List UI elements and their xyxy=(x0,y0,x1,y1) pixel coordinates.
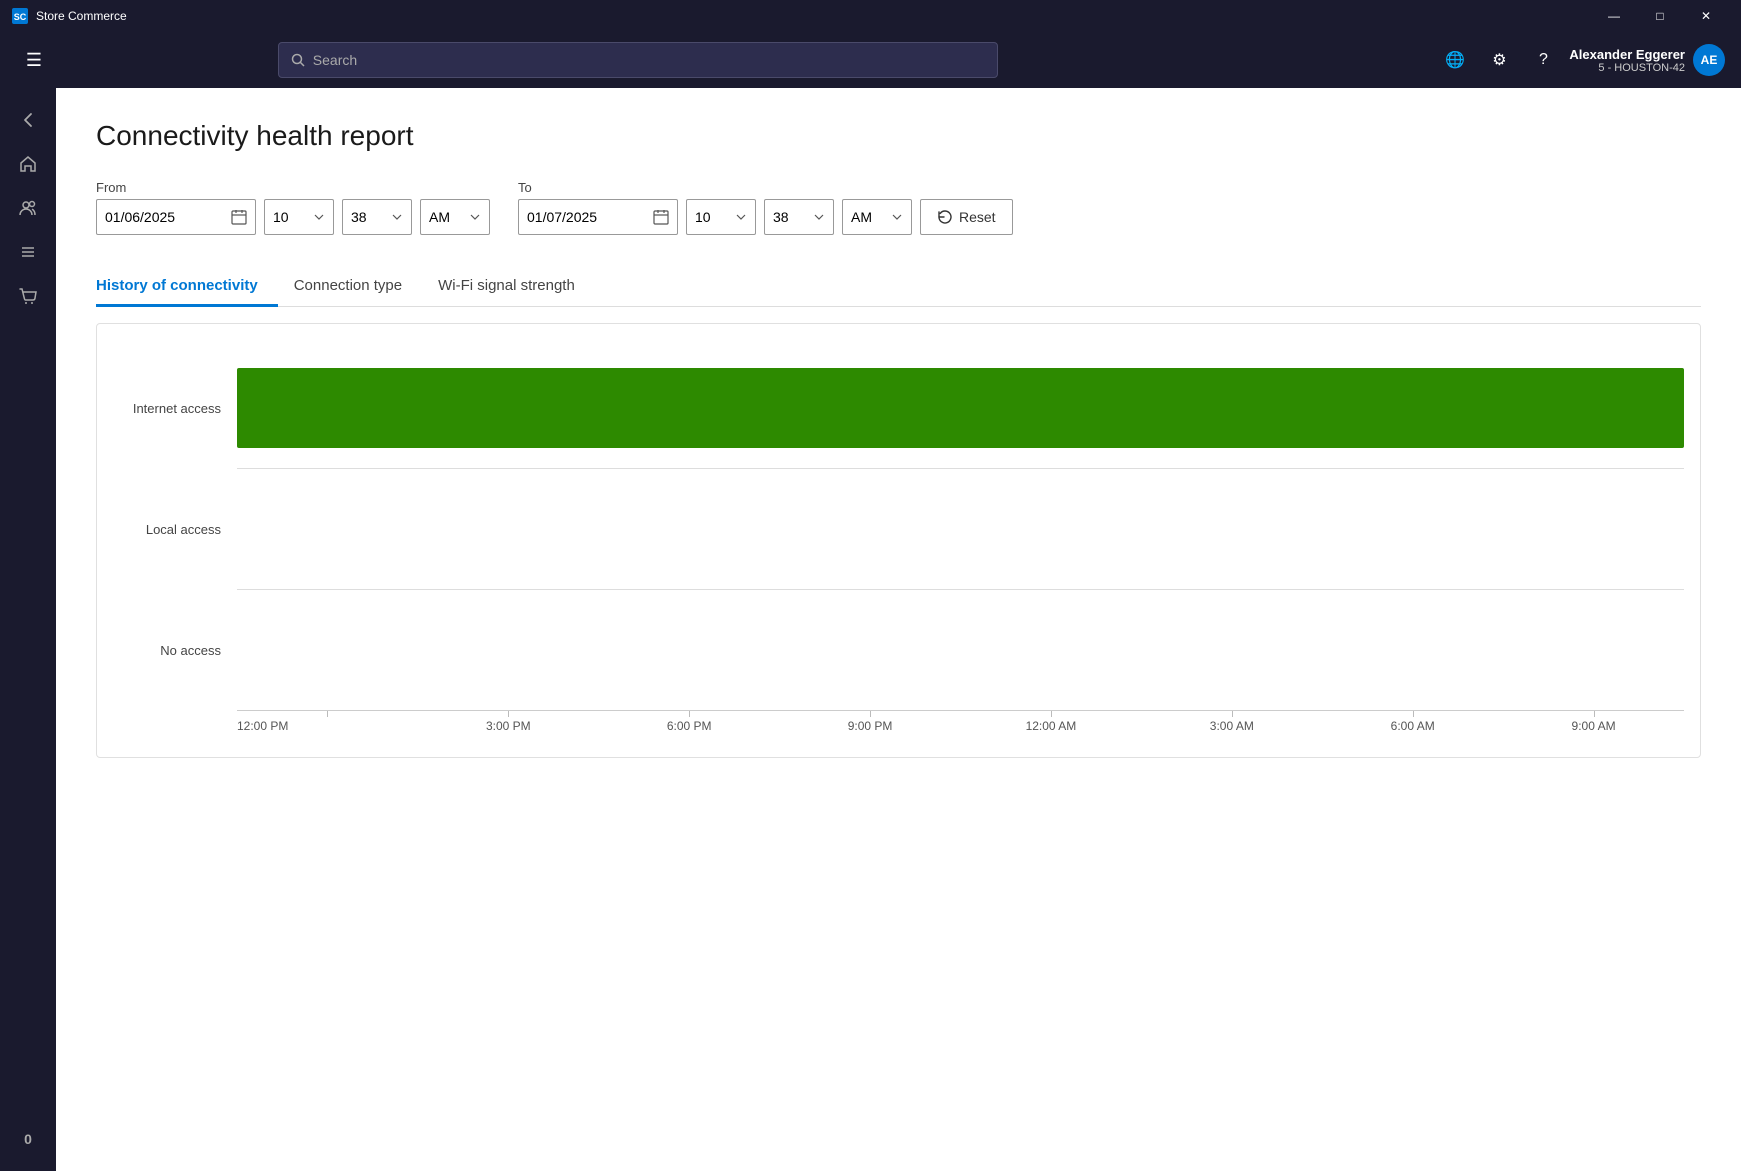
hamburger-menu[interactable]: ☰ xyxy=(16,42,52,78)
tab-history[interactable]: History of connectivity xyxy=(96,267,278,307)
x-tick-1: 3:00 PM xyxy=(418,719,599,733)
sidebar-item-list[interactable] xyxy=(8,232,48,272)
chart-row-noaccess: No access xyxy=(97,590,1684,710)
to-ampm-select[interactable]: AM xyxy=(842,199,912,235)
from-minute-select[interactable]: 38 xyxy=(342,199,412,235)
from-date-input[interactable]: 01/06/2025 xyxy=(96,199,256,235)
filter-row: From 01/06/2025 10 38 xyxy=(96,180,1701,235)
x-tick-4: 12:00 AM xyxy=(961,719,1142,733)
sidebar-item-cart[interactable] xyxy=(8,276,48,316)
chart-label-local: Local access xyxy=(97,522,237,537)
chart-label-internet: Internet access xyxy=(97,401,237,416)
x-tick-3: 9:00 PM xyxy=(780,719,961,733)
page-title: Connectivity health report xyxy=(96,120,1701,152)
chevron-down-icon-5 xyxy=(813,211,825,223)
calendar-icon-to xyxy=(653,209,669,225)
user-sub: 5 - HOUSTON-42 xyxy=(1569,62,1685,74)
x-tick-5: 3:00 AM xyxy=(1141,719,1322,733)
to-group: To 01/07/2025 xyxy=(518,180,678,235)
x-tick-2: 6:00 PM xyxy=(599,719,780,733)
to-date-value: 01/07/2025 xyxy=(527,209,597,225)
reset-label: Reset xyxy=(959,209,996,225)
to-hour-select[interactable]: 10 xyxy=(686,199,756,235)
search-icon xyxy=(291,53,305,67)
sidebar: 0 xyxy=(0,88,56,1171)
x-tick-7: 9:00 AM xyxy=(1503,719,1684,733)
chart-bar-area-noaccess xyxy=(237,590,1684,710)
to-minute-value: 38 xyxy=(773,209,809,225)
calendar-icon xyxy=(231,209,247,225)
avatar[interactable]: AE xyxy=(1693,44,1725,76)
user-details: Alexander Eggerer 5 - HOUSTON-42 xyxy=(1569,47,1685,74)
x-tick-0: 12:00 PM xyxy=(237,719,418,733)
to-minute-select[interactable]: 38 xyxy=(764,199,834,235)
top-nav: ☰ Search 🌐 ⚙ ? Alexander Eggerer 5 - HOU… xyxy=(0,32,1741,88)
chevron-down-icon-3 xyxy=(469,211,481,223)
search-placeholder: Search xyxy=(313,52,357,68)
user-name: Alexander Eggerer xyxy=(1569,47,1685,62)
user-info: Alexander Eggerer 5 - HOUSTON-42 AE xyxy=(1569,44,1725,76)
to-hour-value: 10 xyxy=(695,209,731,225)
from-minute-value: 38 xyxy=(351,209,387,225)
tabs: History of connectivity Connection type … xyxy=(96,267,1701,307)
nav-actions: 🌐 ⚙ ? Alexander Eggerer 5 - HOUSTON-42 A… xyxy=(1437,42,1725,78)
sidebar-item-back[interactable] xyxy=(8,100,48,140)
from-group: From 01/06/2025 xyxy=(96,180,256,235)
to-date-input[interactable]: 01/07/2025 xyxy=(518,199,678,235)
chart-area: Internet access Local access No access xyxy=(97,348,1684,733)
chart-bar-area-local xyxy=(237,469,1684,589)
reset-icon xyxy=(937,209,953,225)
minimize-button[interactable]: — xyxy=(1591,0,1637,32)
from-hour-select[interactable]: 10 xyxy=(264,199,334,235)
tab-wifi[interactable]: Wi-Fi signal strength xyxy=(438,267,595,307)
settings-button[interactable]: ⚙ xyxy=(1481,42,1517,78)
reset-button[interactable]: Reset xyxy=(920,199,1013,235)
chart-container: Internet access Local access No access xyxy=(96,323,1701,758)
tab-connection[interactable]: Connection type xyxy=(294,267,422,307)
app-layout: 0 Connectivity health report From 01/06/… xyxy=(0,88,1741,1171)
app-title: Store Commerce xyxy=(36,9,1591,23)
app-icon: SC xyxy=(12,8,28,24)
close-button[interactable]: ✕ xyxy=(1683,0,1729,32)
maximize-button[interactable]: □ xyxy=(1637,0,1683,32)
bar-internet xyxy=(237,368,1684,448)
from-hour-value: 10 xyxy=(273,209,309,225)
chart-row-local: Local access xyxy=(97,469,1684,589)
chevron-down-icon xyxy=(313,211,325,223)
svg-text:SC: SC xyxy=(14,12,27,22)
to-label: To xyxy=(518,180,678,195)
search-bar[interactable]: Search xyxy=(278,42,998,78)
chart-bar-area-internet xyxy=(237,348,1684,468)
help-button[interactable]: ? xyxy=(1525,42,1561,78)
chevron-down-icon-6 xyxy=(891,211,903,223)
chevron-down-icon-4 xyxy=(735,211,747,223)
sidebar-item-zero[interactable]: 0 xyxy=(8,1119,48,1159)
from-ampm-value: AM xyxy=(429,209,465,225)
window-controls: — □ ✕ xyxy=(1591,0,1729,32)
chart-label-noaccess: No access xyxy=(97,643,237,658)
sidebar-item-people[interactable] xyxy=(8,188,48,228)
globe-button[interactable]: 🌐 xyxy=(1437,42,1473,78)
x-tick-6: 6:00 AM xyxy=(1322,719,1503,733)
from-ampm-select[interactable]: AM xyxy=(420,199,490,235)
from-date-value: 01/06/2025 xyxy=(105,209,175,225)
title-bar: SC Store Commerce — □ ✕ xyxy=(0,0,1741,32)
chart-row-internet: Internet access xyxy=(97,348,1684,468)
from-label: From xyxy=(96,180,256,195)
main-content: Connectivity health report From 01/06/20… xyxy=(56,88,1741,1171)
chevron-down-icon-2 xyxy=(391,211,403,223)
to-ampm-value: AM xyxy=(851,209,887,225)
sidebar-item-home[interactable] xyxy=(8,144,48,184)
x-axis: 12:00 PM 3:00 PM 6:00 PM 9:00 PM 12:00 A… xyxy=(237,710,1684,733)
